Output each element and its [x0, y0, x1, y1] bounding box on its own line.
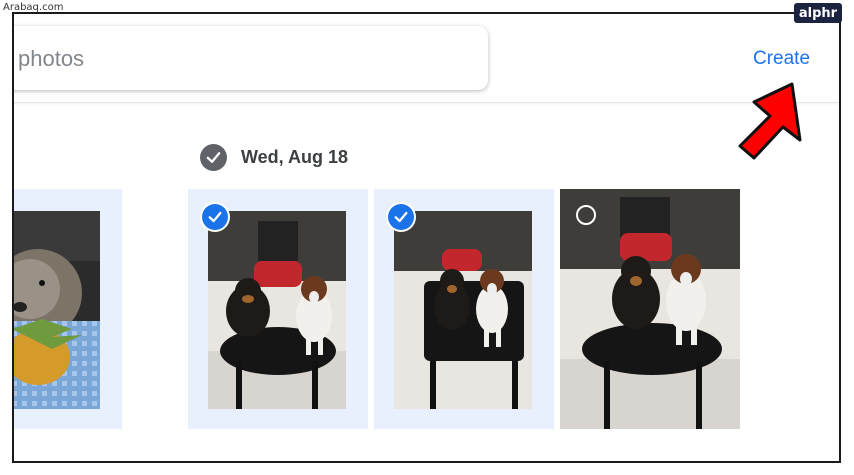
- check-icon: [208, 211, 222, 223]
- photo-tile[interactable]: [560, 189, 740, 429]
- search-placeholder: photos: [18, 46, 85, 71]
- photos-app-window: photos Create Wed, Aug 18: [12, 12, 841, 463]
- photo-tile[interactable]: [374, 189, 554, 429]
- select-date-checkbox[interactable]: [200, 144, 227, 171]
- check-icon: [206, 152, 221, 163]
- photo-thumbnail: [560, 189, 740, 429]
- date-label: Wed, Aug 18: [241, 147, 349, 167]
- photo-thumbnail: [14, 211, 100, 409]
- photo-thumbnail: [208, 211, 346, 409]
- search-box[interactable]: photos: [14, 26, 488, 90]
- alphr-logo: alphr: [794, 3, 842, 23]
- photo-tile[interactable]: [14, 189, 122, 429]
- check-icon: [394, 211, 408, 223]
- photo-thumbnail: [394, 211, 532, 409]
- selected-check[interactable]: [202, 204, 228, 230]
- selected-check[interactable]: [388, 204, 414, 230]
- create-button[interactable]: Create: [753, 48, 810, 70]
- selection-circle-icon[interactable]: [576, 205, 596, 225]
- pointer-arrow-icon: [738, 82, 802, 160]
- photo-tile[interactable]: [188, 189, 368, 429]
- date-group-header: Wed, Aug 18: [200, 144, 348, 171]
- top-bar: photos Create: [14, 14, 839, 103]
